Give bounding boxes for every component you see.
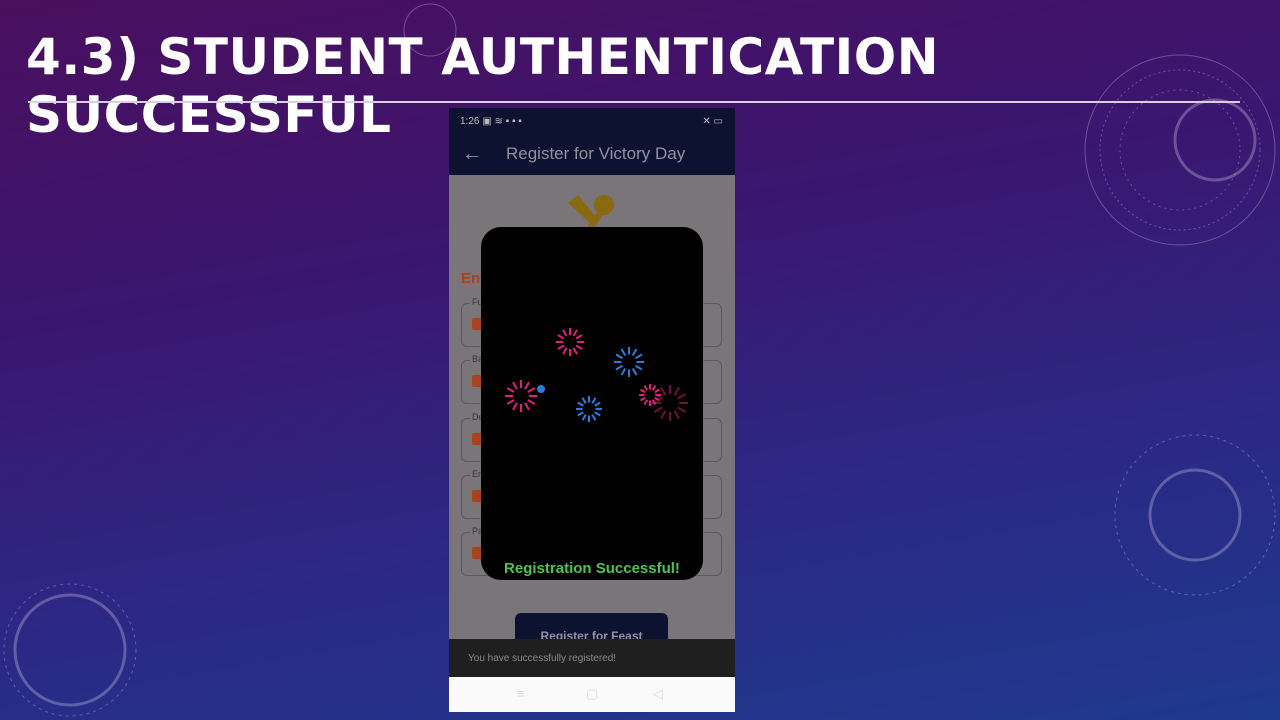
arrow-left-icon[interactable]: ←: [462, 143, 482, 166]
app-bar-title: Register for Victory Day: [506, 144, 686, 163]
title-divider: [28, 101, 1240, 103]
battery-icon: ✕ ▭: [702, 116, 723, 127]
firework-burst: [614, 347, 644, 377]
fireworks-animation: [505, 328, 688, 422]
firework-burst: [576, 396, 602, 422]
home-icon[interactable]: ▢: [586, 686, 598, 702]
firework-spark: [537, 385, 545, 393]
system-nav-bar: ≡ ▢ ◁: [449, 677, 735, 712]
firework-burst: [556, 328, 584, 356]
success-dialog: Registration Successful!: [481, 227, 703, 580]
success-message: Registration Successful!: [504, 560, 680, 577]
firework-burst: [505, 380, 537, 412]
wifi-icon: ▣ ≋ ▪ ▪ ▪: [482, 116, 522, 127]
status-bar: 1:26 ▣ ≋ ▪ ▪ ▪ ✕ ▭: [449, 108, 735, 135]
back-icon[interactable]: ◁: [653, 686, 663, 702]
phone-screenshot: 1:26 ▣ ≋ ▪ ▪ ▪ ✕ ▭ ← Register for Victor…: [449, 108, 735, 712]
status-time: 1:26: [460, 116, 480, 127]
snackbar: You have successfully registered!: [449, 639, 735, 677]
menu-icon[interactable]: ≡: [517, 686, 525, 701]
app-bar: ← Register for Victory Day: [449, 135, 735, 175]
